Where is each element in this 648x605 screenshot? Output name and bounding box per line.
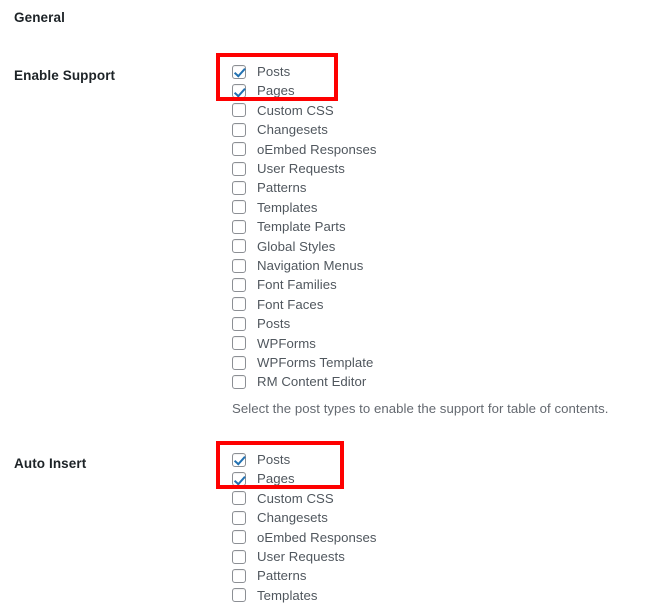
checkbox-unchecked-icon[interactable]: [232, 181, 246, 196]
checkbox-row[interactable]: Custom CSS: [232, 489, 377, 508]
checkbox-label: Font Families: [257, 277, 337, 293]
checkbox-label: Patterns: [257, 568, 307, 584]
checkbox-unchecked-icon[interactable]: [232, 510, 246, 525]
checkbox-unchecked-icon[interactable]: [232, 297, 246, 312]
checkbox-unchecked-icon[interactable]: [232, 142, 246, 157]
checkbox-unchecked-icon[interactable]: [232, 491, 246, 506]
checkbox-row[interactable]: WPForms Template: [232, 353, 377, 372]
checkbox-row[interactable]: Posts: [232, 62, 377, 81]
checkbox-row[interactable]: Pages: [232, 81, 377, 100]
checkbox-label: Posts: [257, 316, 291, 332]
checkbox-label: WPForms: [257, 335, 316, 351]
checkbox-row[interactable]: oEmbed Responses: [232, 528, 377, 547]
field-label-enable-support: Enable Support: [14, 68, 116, 83]
checkbox-unchecked-icon[interactable]: [232, 374, 246, 389]
field-label-auto-insert: Auto Insert: [14, 456, 87, 471]
checkbox-row[interactable]: Navigation Menus: [232, 256, 377, 275]
checkbox-row[interactable]: Template Parts: [232, 217, 377, 236]
checkbox-label: Templates: [257, 199, 318, 215]
checkbox-row[interactable]: Posts: [232, 450, 377, 469]
checkbox-row[interactable]: User Requests: [232, 159, 377, 178]
checkbox-row[interactable]: Templates: [232, 198, 377, 217]
checkbox-label: Font Faces: [257, 296, 324, 312]
checkbox-label: WPForms Template: [257, 354, 374, 370]
checkbox-checked-icon[interactable]: [232, 84, 246, 99]
checkbox-label: Custom CSS: [257, 102, 334, 118]
checkbox-unchecked-icon[interactable]: [232, 200, 246, 215]
checkbox-unchecked-icon[interactable]: [232, 355, 246, 370]
checkbox-unchecked-icon[interactable]: [232, 258, 246, 273]
checkbox-row[interactable]: Changesets: [232, 508, 377, 527]
checkbox-label: Posts: [257, 64, 291, 80]
checkbox-row[interactable]: oEmbed Responses: [232, 140, 377, 159]
checkbox-unchecked-icon[interactable]: [232, 569, 246, 584]
checkbox-unchecked-icon[interactable]: [232, 588, 246, 603]
checkbox-label: Pages: [257, 83, 295, 99]
checkbox-row[interactable]: WPForms: [232, 333, 377, 352]
checkbox-row[interactable]: RM Content Editor: [232, 372, 377, 391]
checkbox-label: Pages: [257, 471, 295, 487]
enable-support-description: Select the post types to enable the supp…: [232, 401, 609, 416]
checkbox-unchecked-icon[interactable]: [232, 239, 246, 254]
checkbox-unchecked-icon[interactable]: [232, 103, 246, 118]
checkbox-row[interactable]: User Requests: [232, 547, 377, 566]
checkbox-label: Templates: [257, 587, 318, 603]
checkbox-checked-icon[interactable]: [232, 452, 246, 467]
checkbox-unchecked-icon[interactable]: [232, 530, 246, 545]
checkbox-unchecked-icon[interactable]: [232, 219, 246, 234]
checkbox-row[interactable]: Custom CSS: [232, 101, 377, 120]
checkbox-checked-icon[interactable]: [232, 64, 246, 79]
checkbox-unchecked-icon[interactable]: [232, 336, 246, 351]
checkbox-label: Custom CSS: [257, 490, 334, 506]
checkbox-unchecked-icon[interactable]: [232, 277, 246, 292]
settings-page: General Enable Support Posts Pages Custom …: [0, 0, 648, 603]
checkbox-row[interactable]: Posts: [232, 314, 377, 333]
checkbox-checked-icon[interactable]: [232, 472, 246, 487]
checkbox-label: User Requests: [257, 161, 345, 177]
checkbox-unchecked-icon[interactable]: [232, 316, 246, 331]
enable-support-checkbox-list: Posts Pages Custom CSS Changesets oEmbed Res…: [232, 62, 377, 392]
checkbox-row[interactable]: Templates: [232, 586, 377, 605]
checkbox-label: oEmbed Responses: [257, 529, 377, 545]
checkbox-label: RM Content Editor: [257, 374, 367, 390]
checkbox-label: Patterns: [257, 180, 307, 196]
checkbox-label: Global Styles: [257, 238, 336, 254]
checkbox-label: Posts: [257, 452, 291, 468]
checkbox-unchecked-icon[interactable]: [232, 549, 246, 564]
checkbox-label: Changesets: [257, 510, 328, 526]
checkbox-row[interactable]: Patterns: [232, 566, 377, 585]
section-heading-general: General: [14, 10, 65, 25]
checkbox-row[interactable]: Global Styles: [232, 237, 377, 256]
checkbox-label: Template Parts: [257, 219, 346, 235]
checkbox-label: oEmbed Responses: [257, 141, 377, 157]
checkbox-unchecked-icon[interactable]: [232, 122, 246, 137]
checkbox-label: Navigation Menus: [257, 258, 364, 273]
auto-insert-checkbox-list: Posts Pages Custom CSS Changesets oEmbed Res…: [232, 450, 377, 605]
checkbox-row[interactable]: Pages: [232, 469, 377, 488]
checkbox-row[interactable]: Font Faces: [232, 295, 377, 314]
checkbox-row[interactable]: Font Families: [232, 275, 377, 294]
checkbox-label: User Requests: [257, 549, 345, 565]
checkbox-unchecked-icon[interactable]: [232, 161, 246, 176]
checkbox-row[interactable]: Changesets: [232, 120, 377, 139]
checkbox-label: Changesets: [257, 122, 328, 138]
checkbox-row[interactable]: Patterns: [232, 178, 377, 197]
